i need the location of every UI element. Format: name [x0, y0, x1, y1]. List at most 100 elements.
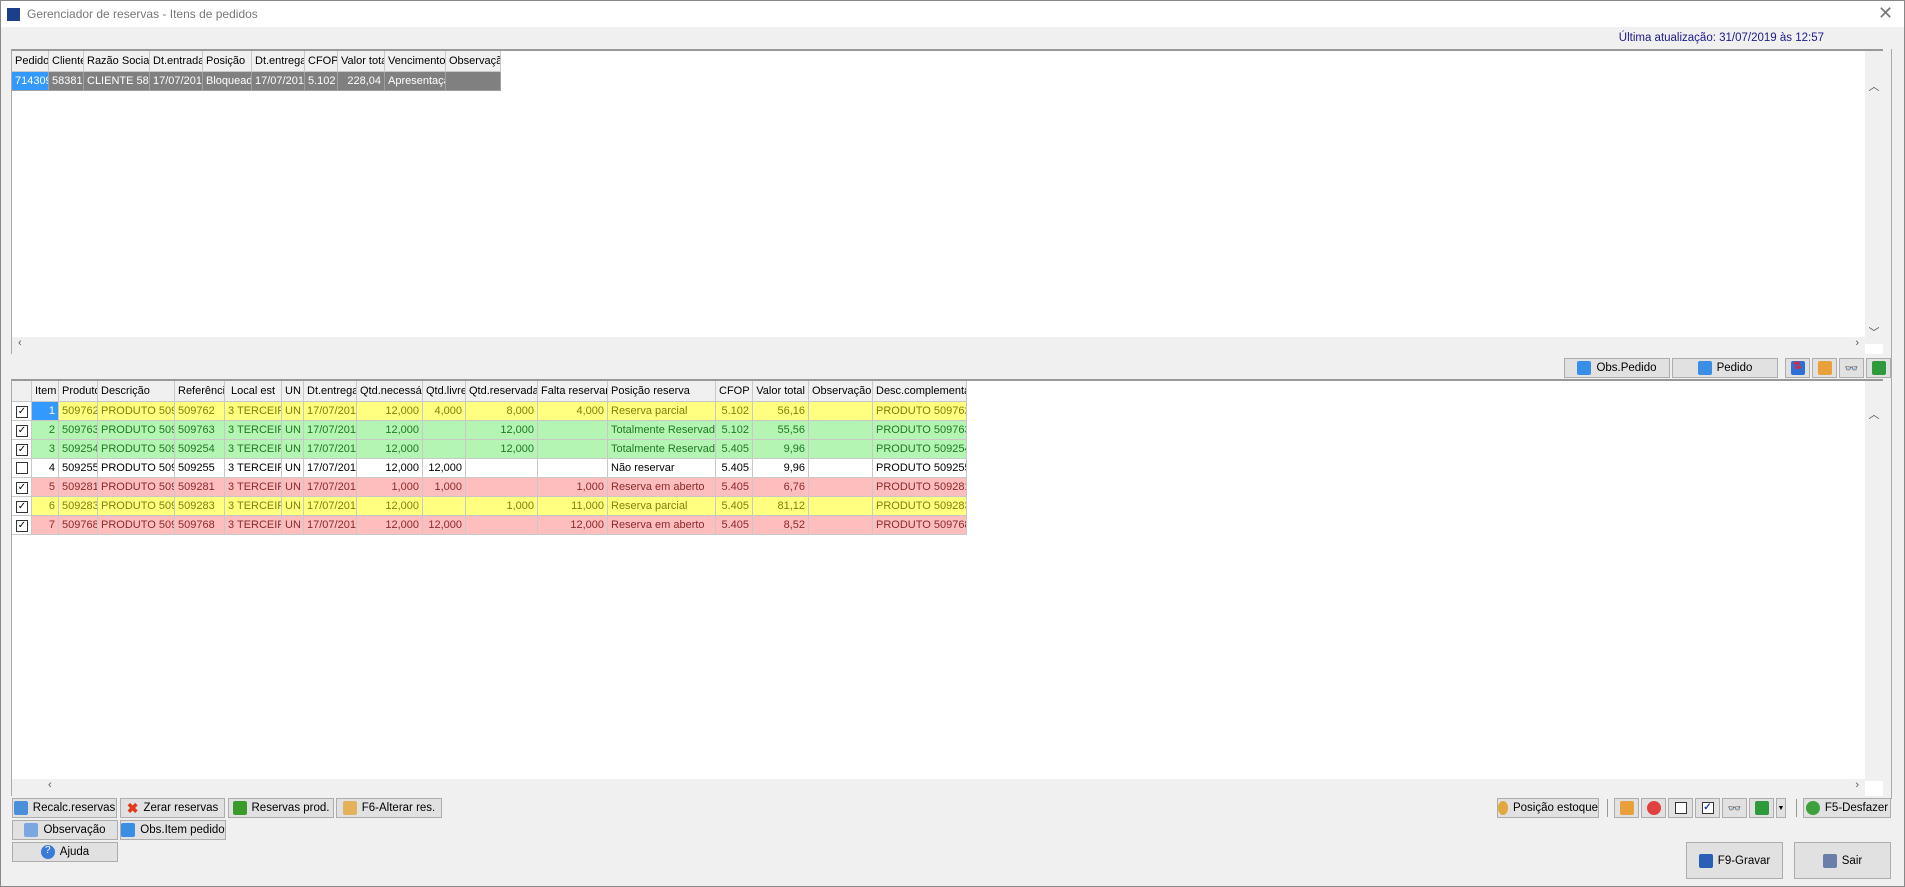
close-icon[interactable]: ✕	[1878, 3, 1893, 24]
item-cell[interactable]: 12,000	[357, 459, 423, 478]
item-cell[interactable]: 3 TERCEIR	[225, 440, 282, 459]
item-cell[interactable]: PRODUTO 509762	[873, 402, 967, 421]
item-cell[interactable]	[809, 402, 873, 421]
item-cell[interactable]: 6,76	[753, 478, 809, 497]
item-cell[interactable]: 12,000	[357, 497, 423, 516]
items-column-header[interactable]: Falta reservar	[538, 381, 608, 402]
item-cell[interactable]: 12,000	[357, 402, 423, 421]
item-cell[interactable]: 8,000	[466, 402, 538, 421]
orders-column-header[interactable]: Observação	[446, 51, 501, 72]
sort-button[interactable]: ⇅	[1785, 358, 1810, 378]
checked-checkbox[interactable]: ✓	[16, 444, 28, 456]
item-cell[interactable]	[809, 497, 873, 516]
item-cell[interactable]: 9,96	[753, 459, 809, 478]
item-cell[interactable]: PRODUTO 509763	[98, 421, 175, 440]
orders-column-header[interactable]: Pedido	[12, 51, 49, 72]
item-cell[interactable]: 509768	[175, 516, 225, 535]
item-cell[interactable]: 509768	[59, 516, 98, 535]
checked-checkbox[interactable]: ✓	[16, 406, 28, 418]
item-cell[interactable]: 1,000	[423, 478, 466, 497]
item-cell[interactable]: 5	[32, 478, 59, 497]
item-cell[interactable]	[466, 516, 538, 535]
item-cell[interactable]: PRODUTO 509283	[873, 497, 967, 516]
item-cell[interactable]: 5.405	[716, 459, 753, 478]
item-cell[interactable]: UN	[282, 459, 304, 478]
item-cell[interactable]	[538, 459, 608, 478]
item-cell[interactable]: Não reservar	[608, 459, 716, 478]
items-column-header[interactable]: Valor total	[753, 381, 809, 402]
item-cell[interactable]: 17/07/2019	[304, 421, 357, 440]
item-cell[interactable]: 6	[32, 497, 59, 516]
item-cell[interactable]: 17/07/2019	[304, 478, 357, 497]
item-cell[interactable]: 509255	[59, 459, 98, 478]
item-cell[interactable]	[423, 421, 466, 440]
columns-button[interactable]	[1614, 798, 1639, 818]
item-cell[interactable]: 12,000	[423, 459, 466, 478]
item-cell[interactable]: 509283	[175, 497, 225, 516]
item-cell[interactable]: 12,000	[423, 516, 466, 535]
item-cell[interactable]: 17/07/2019	[304, 516, 357, 535]
orders-column-header[interactable]: Dt.entrega	[252, 51, 305, 72]
item-cell[interactable]: 509283	[59, 497, 98, 516]
item-cell[interactable]: 8,52	[753, 516, 809, 535]
search-button[interactable]: 👓	[1722, 798, 1747, 818]
item-cell[interactable]: 509763	[175, 421, 225, 440]
orders-cell[interactable]	[446, 72, 501, 91]
item-cell[interactable]: 17/07/2019	[304, 497, 357, 516]
item-cell[interactable]: 509255	[175, 459, 225, 478]
items-column-header[interactable]: Posição reserva	[608, 381, 716, 402]
orders-column-header[interactable]: Cliente	[49, 51, 84, 72]
item-cell[interactable]: 3 TERCEIR	[225, 421, 282, 440]
item-cell[interactable]: 509254	[175, 440, 225, 459]
item-cell[interactable]: 12,000	[466, 440, 538, 459]
item-cell[interactable]: 509281	[59, 478, 98, 497]
item-cell[interactable]	[466, 478, 538, 497]
items-column-header[interactable]: Produto	[59, 381, 98, 402]
item-cell[interactable]: 55,56	[753, 421, 809, 440]
item-cell[interactable]	[538, 421, 608, 440]
item-cell[interactable]: 81,12	[753, 497, 809, 516]
items-column-header[interactable]: Observação	[809, 381, 873, 402]
items-column-header[interactable]: Desc.complementar	[873, 381, 967, 402]
item-cell[interactable]: 1,000	[357, 478, 423, 497]
item-cell[interactable]: PRODUTO 509768	[873, 516, 967, 535]
colors-button[interactable]	[1641, 798, 1666, 818]
item-cell[interactable]: PRODUTO 509254	[873, 440, 967, 459]
item-cell[interactable]: 12,000	[538, 516, 608, 535]
items-column-header[interactable]: Descrição	[98, 381, 175, 402]
item-cell[interactable]	[809, 459, 873, 478]
items-column-header[interactable]: Dt.entrega	[304, 381, 357, 402]
item-cell[interactable]: 4	[32, 459, 59, 478]
item-cell[interactable]: 1,000	[466, 497, 538, 516]
item-cell[interactable]: UN	[282, 440, 304, 459]
orders-cell[interactable]: 17/07/2019	[252, 72, 305, 91]
item-cell[interactable]: 509762	[59, 402, 98, 421]
item-cell[interactable]	[809, 478, 873, 497]
items-column-header[interactable]: Local est	[225, 381, 282, 402]
item-cell[interactable]: 17/07/2019	[304, 440, 357, 459]
item-checkbox-cell[interactable]: ✓	[12, 402, 32, 421]
desfazer-button[interactable]: F5-Desfazer	[1803, 798, 1891, 818]
item-cell[interactable]: 4,000	[538, 402, 608, 421]
items-column-header[interactable]: Qtd.reservada	[466, 381, 538, 402]
reservas-prod-button[interactable]: Reservas prod.	[228, 798, 334, 818]
item-cell[interactable]: 5.405	[716, 497, 753, 516]
item-cell[interactable]: PRODUTO 509768	[98, 516, 175, 535]
item-cell[interactable]: Reserva em aberto	[608, 516, 716, 535]
item-cell[interactable]: 11,000	[538, 497, 608, 516]
orders-cell[interactable]: 228,04	[338, 72, 385, 91]
item-cell[interactable]: 509763	[59, 421, 98, 440]
item-cell[interactable]: 2	[32, 421, 59, 440]
alterar-reservas-button[interactable]: F6-Alterar res.	[336, 798, 442, 818]
posicao-estoque-button[interactable]: Posição estoque	[1497, 798, 1599, 818]
orders-grid[interactable]: Pedido Cliente Razão Social Dt.entrada Posiç…	[11, 49, 1883, 354]
item-checkbox-cell[interactable]: ✓	[12, 440, 32, 459]
item-cell[interactable]: 4,000	[423, 402, 466, 421]
orders-column-header[interactable]: CFOP	[305, 51, 338, 72]
orders-column-header[interactable]: Dt.entrada	[150, 51, 203, 72]
item-cell[interactable]: 5.405	[716, 516, 753, 535]
item-cell[interactable]: 1	[32, 402, 59, 421]
item-cell[interactable]: 3 TERCEIR	[225, 459, 282, 478]
orders-cell[interactable]: Apresentação	[385, 72, 446, 91]
item-cell[interactable]: 9,96	[753, 440, 809, 459]
